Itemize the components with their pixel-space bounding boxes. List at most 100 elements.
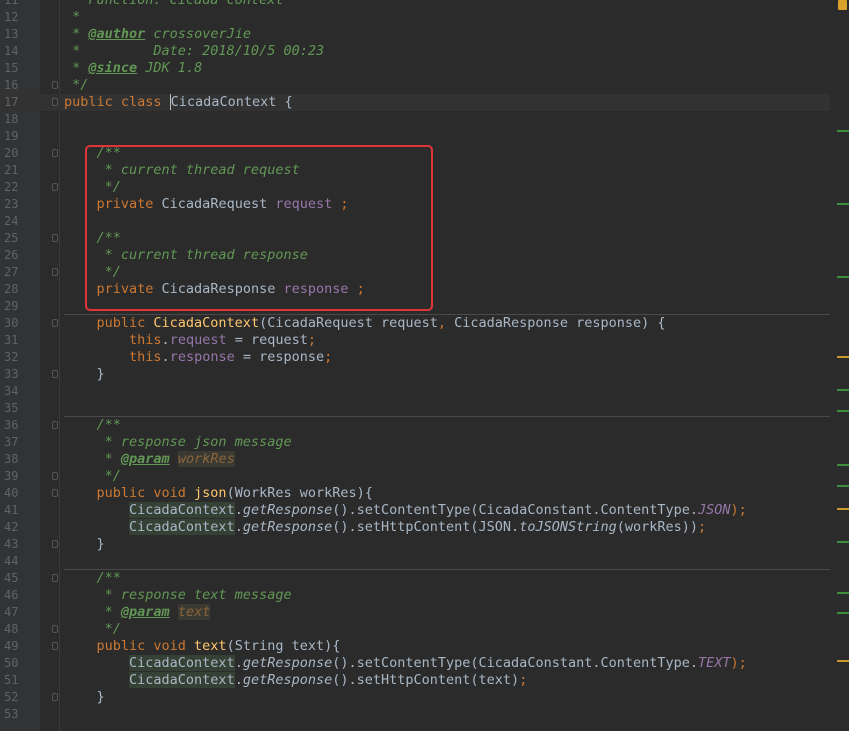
fold-toggle-icon[interactable] [52, 472, 58, 480]
fold-toggle-icon[interactable] [52, 319, 58, 327]
line-number[interactable]: 16 [0, 77, 28, 94]
code-line[interactable]: 40 public void json(WorkRes workRes){ [0, 485, 830, 502]
code-line[interactable]: 42 CicadaContext.getResponse().setHttpCo… [0, 519, 830, 536]
code-text[interactable]: */ [64, 77, 88, 94]
fold-toggle-icon[interactable] [52, 540, 58, 548]
fold-toggle-icon[interactable] [52, 625, 58, 633]
code-text[interactable]: } [64, 536, 105, 553]
fold-toggle-icon[interactable] [52, 421, 58, 429]
code-line[interactable]: 38 * @param workRes [0, 451, 830, 468]
change-marker[interactable] [837, 389, 849, 391]
code-text[interactable]: CicadaContext.getResponse().setContentTy… [64, 502, 747, 519]
code-text[interactable]: public CicadaContext(CicadaRequest reque… [64, 315, 666, 332]
warning-marker[interactable] [837, 508, 849, 510]
line-number[interactable]: 11 [0, 0, 28, 9]
line-number[interactable]: 26 [0, 247, 28, 264]
warning-marker[interactable] [837, 356, 849, 358]
code-line[interactable]: 53 [0, 706, 830, 723]
fold-toggle-icon[interactable] [52, 183, 58, 191]
code-line[interactable]: 19 [0, 128, 830, 145]
code-text[interactable]: CicadaContext.getResponse().setHttpConte… [64, 519, 706, 536]
code-line[interactable]: 37 * response json message [0, 434, 830, 451]
code-line[interactable]: 18 [0, 111, 830, 128]
code-line[interactable]: 14 * Date: 2018/10/5 00:23 [0, 43, 830, 60]
line-number[interactable]: 12 [0, 9, 28, 26]
code-line[interactable]: 17 public class CicadaContext { [0, 94, 830, 111]
code-text[interactable]: * response json message [64, 434, 292, 451]
line-number[interactable]: 39 [0, 468, 28, 485]
code-text[interactable]: public void json(WorkRes workRes){ [64, 485, 373, 502]
code-text[interactable]: * Function: Cicada context [64, 0, 283, 9]
change-marker[interactable] [837, 464, 849, 466]
code-text[interactable]: * @since JDK 1.8 [64, 60, 202, 77]
fold-toggle-icon[interactable] [52, 149, 58, 157]
change-marker[interactable] [837, 130, 849, 132]
code-text[interactable]: public void text(String text){ [64, 638, 341, 655]
line-number[interactable]: 42 [0, 519, 28, 536]
line-number[interactable]: 52 [0, 689, 28, 706]
line-number[interactable]: 46 [0, 587, 28, 604]
line-number[interactable]: 25 [0, 230, 28, 247]
code-line[interactable]: 43 } [0, 536, 830, 553]
line-number[interactable]: 23 [0, 196, 28, 213]
error-stripe-scrollbar[interactable] [835, 0, 849, 731]
code-editor[interactable]: 11 * Function: Cicada context 12 * 13 * @a… [0, 0, 849, 731]
line-number[interactable]: 50 [0, 655, 28, 672]
code-line[interactable]: 36 /** [0, 417, 830, 434]
line-number[interactable]: 19 [0, 128, 28, 145]
fold-toggle-icon[interactable] [52, 268, 58, 276]
code-line[interactable]: 46 * response text message [0, 587, 830, 604]
code-text[interactable]: */ [64, 621, 121, 638]
line-number[interactable]: 28 [0, 281, 28, 298]
line-number[interactable]: 32 [0, 349, 28, 366]
line-number[interactable]: 38 [0, 451, 28, 468]
line-number[interactable]: 33 [0, 366, 28, 383]
line-number[interactable]: 41 [0, 502, 28, 519]
code-line[interactable]: 45 /** [0, 570, 830, 587]
line-number[interactable]: 49 [0, 638, 28, 655]
code-line[interactable]: 16 */ [0, 77, 830, 94]
line-number[interactable]: 48 [0, 621, 28, 638]
change-marker[interactable] [837, 592, 849, 594]
fold-toggle-icon[interactable] [52, 234, 58, 242]
code-line[interactable]: 12 * [0, 9, 830, 26]
line-number[interactable]: 31 [0, 332, 28, 349]
line-number[interactable]: 36 [0, 417, 28, 434]
line-number[interactable]: 27 [0, 264, 28, 281]
code-line[interactable]: 39 */ [0, 468, 830, 485]
code-text[interactable]: this.request = request; [64, 332, 316, 349]
code-text[interactable]: * [64, 9, 80, 26]
code-line[interactable]: 35 [0, 400, 830, 417]
fold-toggle-icon[interactable] [52, 489, 58, 497]
code-text[interactable]: CicadaContext.getResponse().setContentTy… [64, 655, 747, 672]
line-number[interactable]: 37 [0, 434, 28, 451]
fold-toggle-icon[interactable] [52, 81, 58, 89]
code-line[interactable]: 41 CicadaContext.getResponse().setConten… [0, 502, 830, 519]
line-number[interactable]: 45 [0, 570, 28, 587]
warning-marker[interactable] [837, 660, 849, 662]
line-number[interactable]: 18 [0, 111, 28, 128]
line-number[interactable]: 13 [0, 26, 28, 43]
line-number[interactable]: 22 [0, 179, 28, 196]
code-line[interactable]: 44 [0, 553, 830, 570]
change-marker[interactable] [837, 485, 849, 487]
code-text[interactable]: * response text message [64, 587, 292, 604]
line-number[interactable]: 20 [0, 145, 28, 162]
line-number[interactable]: 53 [0, 706, 28, 723]
code-text[interactable]: * @author crossoverJie [64, 26, 251, 43]
code-line[interactable]: 52 } [0, 689, 830, 706]
code-line[interactable]: 48 */ [0, 621, 830, 638]
line-number[interactable]: 35 [0, 400, 28, 417]
code-text[interactable]: CicadaContext.getResponse().setHttpConte… [64, 672, 527, 689]
scrollbar-warning-marker[interactable] [838, 0, 847, 10]
code-text[interactable]: * @param text [64, 604, 211, 621]
code-text[interactable]: */ [64, 468, 121, 485]
code-line[interactable]: 15 * @since JDK 1.8 [0, 60, 830, 77]
change-marker[interactable] [837, 203, 849, 205]
code-text[interactable]: * Date: 2018/10/5 00:23 [64, 43, 324, 60]
code-line[interactable]: 34 [0, 383, 830, 400]
change-marker[interactable] [837, 541, 849, 543]
fold-toggle-icon[interactable] [52, 574, 58, 582]
line-number[interactable]: 51 [0, 672, 28, 689]
code-text[interactable]: /** [64, 570, 121, 587]
